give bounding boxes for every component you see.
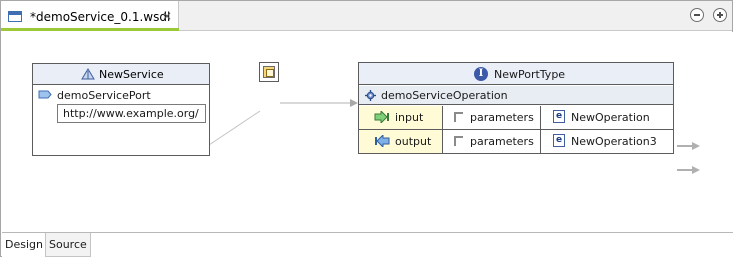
output-part-name: parameters	[470, 135, 534, 148]
maximize-icon[interactable]	[713, 8, 727, 22]
editor-page-tabs: Design Source	[2, 232, 733, 257]
port-address-field[interactable]: http://www.example.org/	[57, 104, 206, 123]
input-label: input	[395, 111, 424, 124]
binding-glyph	[263, 66, 275, 78]
input-element-cell[interactable]: e NewOperation	[542, 106, 673, 129]
output-direction-cell[interactable]: output	[359, 130, 443, 153]
input-element-name: NewOperation	[571, 111, 650, 124]
editor-tab[interactable]: *demoService_0.1.wsdl ×	[1, 1, 179, 31]
port-name: demoServicePort	[57, 89, 151, 102]
service-header[interactable]: NewService	[33, 64, 209, 85]
service-port-row[interactable]: demoServicePort	[33, 86, 209, 104]
wsdl-file-icon	[8, 11, 22, 22]
output-label: output	[395, 135, 432, 148]
operation-name: demoServiceOperation	[381, 89, 508, 102]
close-tab-icon[interactable]: ×	[162, 10, 172, 22]
input-part-name: parameters	[470, 111, 534, 124]
operation-gear-icon	[365, 90, 376, 101]
input-part-cell[interactable]: parameters	[444, 106, 541, 129]
input-arrow-icon	[374, 111, 389, 123]
wsdl-editor: *demoService_0.1.wsdl × NewService demoS…	[0, 0, 733, 257]
part-icon	[454, 112, 463, 122]
port-icon	[38, 90, 52, 99]
input-direction-cell[interactable]: input	[359, 106, 443, 129]
editor-tab-title: *demoService_0.1.wsdl	[30, 10, 171, 24]
operation-row[interactable]: demoServiceOperation	[359, 86, 673, 105]
output-element-name: NewOperation3	[571, 135, 657, 148]
port-type-name: NewPortType	[494, 68, 566, 81]
service-name: NewService	[99, 68, 164, 81]
element-icon: e	[553, 134, 565, 147]
tab-source[interactable]: Source	[46, 233, 91, 257]
active-tab-indicator	[1, 28, 179, 31]
binding-icon[interactable]	[259, 62, 279, 82]
output-arrow-icon	[375, 135, 390, 147]
service-box[interactable]: NewService demoServicePort http://www.ex…	[32, 63, 210, 156]
tab-design[interactable]: Design	[2, 233, 46, 257]
output-element-link-arrow[interactable]	[677, 165, 701, 175]
input-element-link-arrow[interactable]	[677, 141, 701, 151]
output-message-row[interactable]: output parameters e NewOperation3	[359, 130, 673, 153]
part-icon	[454, 136, 463, 146]
output-element-cell[interactable]: e NewOperation3	[542, 130, 673, 153]
editor-tab-bar: *demoService_0.1.wsdl ×	[1, 1, 732, 31]
interface-icon: I	[474, 67, 488, 81]
minimize-icon[interactable]	[690, 8, 704, 22]
input-message-row[interactable]: input parameters e NewOperation	[359, 106, 673, 130]
service-icon	[81, 68, 95, 80]
port-type-box[interactable]: I NewPortType demoServiceOperation input…	[358, 62, 674, 154]
port-type-header[interactable]: I NewPortType	[359, 63, 673, 85]
element-icon: e	[553, 110, 565, 123]
output-part-cell[interactable]: parameters	[444, 130, 541, 153]
